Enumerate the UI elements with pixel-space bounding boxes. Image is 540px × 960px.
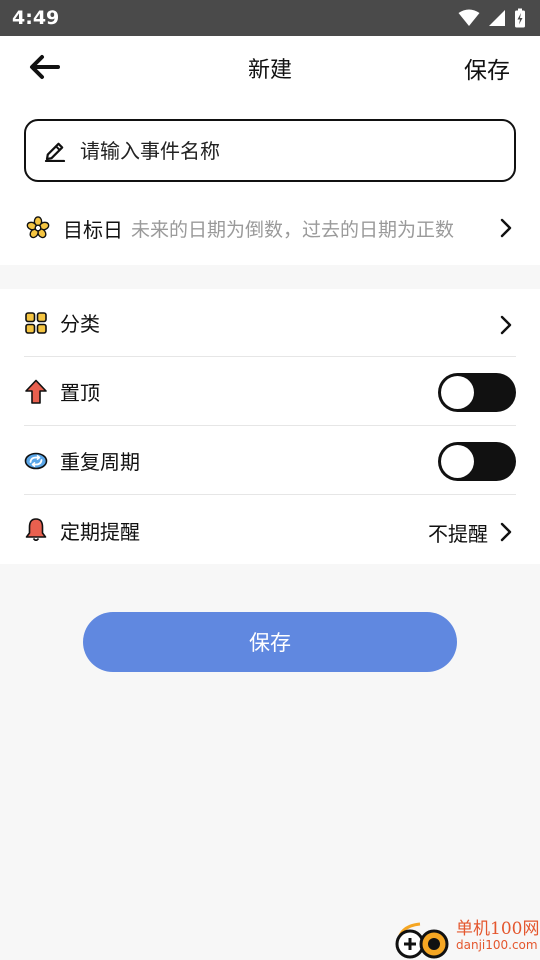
watermark: 单机100网 danji100.com [390,910,540,960]
repeat-row: 重复周期 [24,427,516,495]
arrow-left-icon [30,55,60,79]
signal-icon [489,10,505,26]
settings-list: 分类 置顶 重复周期 定期提醒 不提醒 [0,289,540,564]
reminder-label: 定期提醒 [60,519,140,544]
pin-top-label: 置顶 [60,381,100,405]
editor-header-section: 新建 保存 目标日 未来的日期为倒数，过去的日期为正数 [0,36,540,265]
repeat-label: 重复周期 [60,450,140,474]
chevron-right-icon [500,315,512,335]
watermark-name: 单机100网 [456,919,540,939]
status-time: 4:49 [12,7,60,29]
page-title: 新建 [247,58,292,83]
nav-save-button[interactable]: 保存 [464,51,510,85]
category-row[interactable]: 分类 [24,289,516,357]
pin-top-toggle[interactable] [438,373,516,412]
reminder-row[interactable]: 定期提醒 不提醒 [24,496,516,564]
target-date-hint: 未来的日期为倒数，过去的日期为正数 [131,218,455,241]
repeat-toggle[interactable] [438,442,516,481]
flower-icon [26,216,50,240]
toggle-knob [441,445,474,478]
nav-bar: 新建 保存 [0,36,540,98]
arrow-up-icon [24,379,48,404]
chevron-right-icon [500,522,512,542]
pin-top-row: 置顶 [24,358,516,426]
chevron-right-icon [500,218,512,238]
event-name-field[interactable] [24,119,516,182]
save-button[interactable]: 保存 [83,612,457,672]
back-button[interactable] [24,50,64,84]
status-icons [458,8,526,28]
reminder-value: 不提醒 [428,522,488,546]
wifi-icon [458,9,480,26]
toggle-knob [441,376,474,409]
repeat-icon [24,449,48,473]
battery-icon [515,8,525,28]
event-name-input[interactable] [80,138,480,163]
watermark-logo-icon [395,922,449,959]
pencil-icon [44,142,66,162]
bell-icon [24,518,48,542]
category-label: 分类 [60,312,100,336]
status-bar: 4:49 [0,0,540,36]
category-icon [24,311,48,335]
watermark-url: danji100.com [456,938,538,952]
target-date-label: 目标日 [63,217,123,242]
target-date-row[interactable]: 目标日 未来的日期为倒数，过去的日期为正数 [0,206,540,250]
